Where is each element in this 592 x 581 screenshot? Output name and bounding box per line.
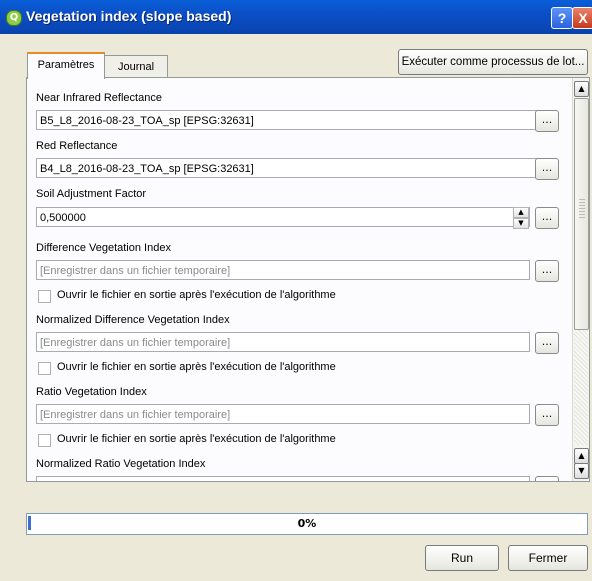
red-browse-button[interactable]: ... bbox=[535, 158, 559, 180]
dialog-body: Paramètres Journal Exécuter comme proces… bbox=[0, 34, 592, 581]
vertical-scrollbar[interactable]: ▲ ▲ ▼ bbox=[572, 78, 589, 481]
nir-label: Near Infrared Reflectance bbox=[36, 92, 162, 104]
nir-select[interactable]: B5_L8_2016-08-23_TOA_sp [EPSG:32631] ▼ bbox=[36, 110, 555, 130]
soil-factor-input[interactable]: 0,500000 bbox=[36, 207, 530, 227]
ndvi-label: Normalized Difference Vegetation Index bbox=[36, 314, 230, 326]
dvi-output-field[interactable]: [Enregistrer dans un fichier temporaire] bbox=[36, 260, 530, 280]
nir-browse-button[interactable]: ... bbox=[535, 110, 559, 132]
batch-process-button[interactable]: Exécuter comme processus de lot... bbox=[398, 49, 588, 75]
scrollbar-track[interactable] bbox=[574, 330, 588, 445]
soil-label: Soil Adjustment Factor bbox=[36, 188, 147, 200]
dvi-open-label: Ouvrir le fichier en sortie après l'exéc… bbox=[57, 289, 336, 301]
qgis-icon: Q bbox=[6, 10, 22, 26]
scroll-up-icon[interactable]: ▲ bbox=[574, 448, 589, 464]
run-button[interactable]: Run bbox=[425, 545, 499, 571]
help-button[interactable]: ? bbox=[551, 7, 573, 29]
dvi-label: Difference Vegetation Index bbox=[36, 242, 171, 254]
close-window-button[interactable]: X bbox=[572, 7, 592, 29]
progress-text: 0% bbox=[297, 517, 317, 530]
tab-parametres[interactable]: Paramètres bbox=[27, 52, 105, 79]
nrvi-output-field[interactable] bbox=[36, 476, 530, 481]
soil-factor-stepper[interactable]: ▲ ▼ bbox=[513, 207, 529, 229]
dialog-window: Q Vegetation index (slope based) ? X Par… bbox=[0, 0, 592, 581]
ndvi-open-label: Ouvrir le fichier en sortie après l'exéc… bbox=[57, 361, 336, 373]
rvi-output-field[interactable]: [Enregistrer dans un fichier temporaire] bbox=[36, 404, 530, 424]
rvi-label: Ratio Vegetation Index bbox=[36, 386, 147, 398]
ndvi-output-field[interactable]: [Enregistrer dans un fichier temporaire] bbox=[36, 332, 530, 352]
grip-icon bbox=[579, 199, 585, 219]
scroll-up-icon[interactable]: ▲ bbox=[574, 81, 589, 97]
spin-down-icon[interactable]: ▼ bbox=[513, 218, 529, 229]
nrvi-label: Normalized Ratio Vegetation Index bbox=[36, 458, 206, 470]
nir-select-value: B5_L8_2016-08-23_TOA_sp [EPSG:32631] bbox=[40, 115, 254, 127]
rvi-open-label: Ouvrir le fichier en sortie après l'exéc… bbox=[57, 433, 336, 445]
rvi-open-checkbox[interactable] bbox=[38, 434, 51, 447]
rvi-browse-button[interactable]: ... bbox=[535, 404, 559, 426]
red-select-value: B4_L8_2016-08-23_TOA_sp [EPSG:32631] bbox=[40, 163, 254, 175]
progress-bar: 0% bbox=[26, 513, 588, 535]
scroll-down-icon[interactable]: ▼ bbox=[574, 463, 589, 479]
ndvi-open-checkbox[interactable] bbox=[38, 362, 51, 375]
scrollbar-thumb[interactable] bbox=[574, 98, 589, 330]
parameters-panel: Near Infrared Reflectance B5_L8_2016-08-… bbox=[26, 77, 590, 482]
window-title: Vegetation index (slope based) bbox=[26, 8, 232, 24]
dvi-open-checkbox[interactable] bbox=[38, 290, 51, 303]
close-button[interactable]: Fermer bbox=[508, 545, 588, 571]
red-select[interactable]: B4_L8_2016-08-23_TOA_sp [EPSG:32631] ▼ bbox=[36, 158, 555, 178]
spin-up-icon[interactable]: ▲ bbox=[513, 207, 529, 218]
red-label: Red Reflectance bbox=[36, 140, 118, 152]
dvi-browse-button[interactable]: ... bbox=[535, 260, 559, 282]
ndvi-browse-button[interactable]: ... bbox=[535, 332, 559, 354]
soil-browse-button[interactable]: ... bbox=[535, 207, 559, 229]
title-bar[interactable]: Q Vegetation index (slope based) ? X bbox=[0, 0, 592, 34]
nrvi-browse-button[interactable] bbox=[535, 476, 559, 481]
tab-journal[interactable]: Journal bbox=[104, 55, 168, 78]
